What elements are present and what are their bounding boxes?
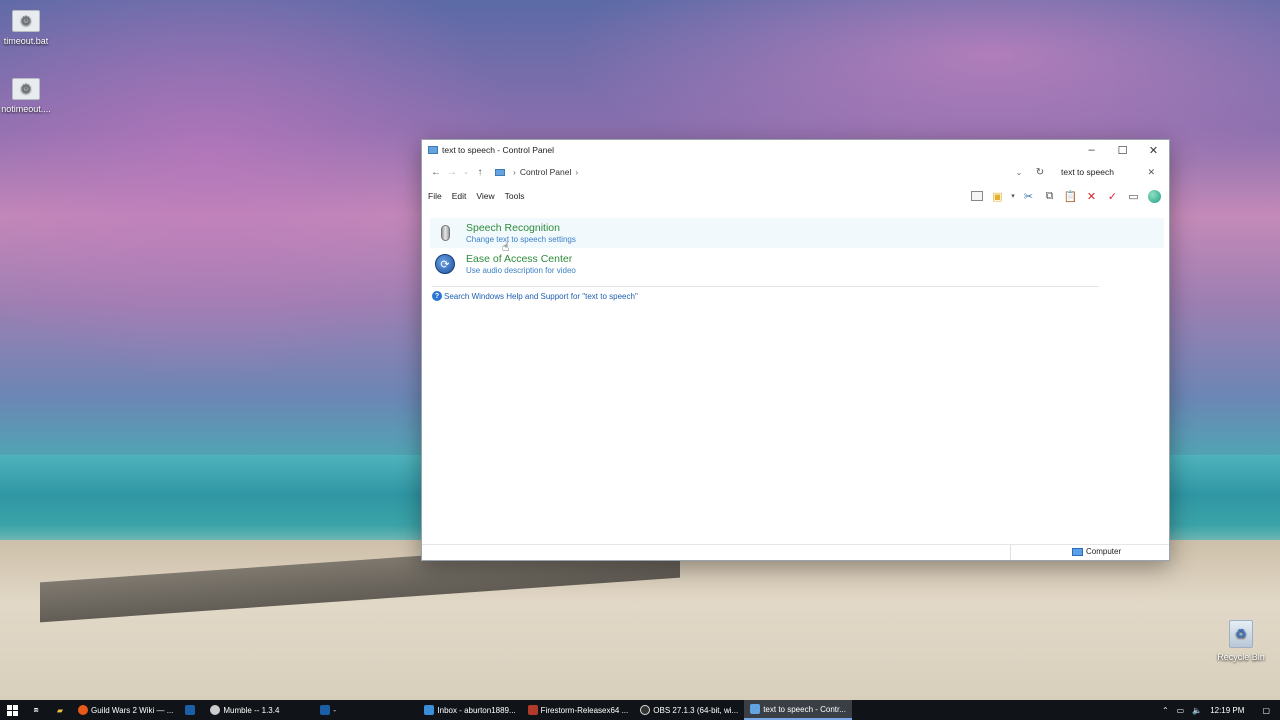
- help-link-label[interactable]: Search Windows Help and Support for "tex…: [444, 292, 638, 301]
- taskbar-item-m-app[interactable]: [179, 700, 204, 720]
- taskbar-item-label: -: [333, 705, 337, 715]
- batch-file-icon: ⚙: [12, 10, 40, 32]
- control-panel-icon: [495, 168, 505, 176]
- desktop-icon-label: Recycle Bin: [1217, 652, 1265, 662]
- result-title[interactable]: Ease of Access Center: [466, 253, 576, 265]
- result-subtitle[interactable]: Use audio description for video: [466, 266, 576, 275]
- task-view-button[interactable]: ⧈: [24, 700, 48, 720]
- desktop-icon-recycle-bin[interactable]: ♻ Recycle Bin: [1211, 620, 1271, 662]
- search-results: Speech Recognition Change text to speech…: [422, 212, 1169, 542]
- rename-icon[interactable]: ▭: [1123, 187, 1144, 205]
- taskbar-item-obs[interactable]: OBS 27.1.3 (64-bit, wi...: [634, 700, 744, 720]
- help-icon: ?: [432, 291, 442, 301]
- back-button[interactable]: ←: [428, 164, 444, 180]
- up-button[interactable]: ↑: [472, 164, 488, 180]
- close-button[interactable]: ✕: [1138, 140, 1169, 160]
- taskbar-item-m-app-2[interactable]: -: [314, 700, 418, 720]
- desktop-icon-timeout[interactable]: ⚙ timeout.bat: [0, 10, 56, 46]
- properties-check-icon[interactable]: ✓: [1102, 187, 1123, 205]
- hand-cursor-icon: ☝: [502, 240, 510, 254]
- mail-icon: [424, 705, 435, 715]
- control-panel-icon: [428, 146, 438, 154]
- volume-icon[interactable]: 🔈: [1192, 706, 1202, 715]
- computer-icon: [1072, 547, 1083, 556]
- system-tray: ⌃ ▭ 🔈 12:19 PM ▢: [1158, 700, 1280, 720]
- taskbar-item-label: Guild Wars 2 Wiki — ...: [91, 705, 174, 715]
- desktop-icon-label: notimeout....: [1, 104, 51, 114]
- status-location: Computer: [1072, 547, 1121, 556]
- title-bar[interactable]: text to speech - Control Panel – ☐ ✕: [422, 140, 1169, 160]
- divider: [432, 286, 1099, 287]
- obs-icon: [640, 705, 651, 715]
- menu-tools[interactable]: Tools: [505, 191, 525, 201]
- maximize-button[interactable]: ☐: [1107, 140, 1138, 160]
- divider: [1010, 545, 1011, 560]
- menu-edit[interactable]: Edit: [452, 191, 467, 201]
- chevron-right-icon: ›: [513, 167, 516, 177]
- result-subtitle[interactable]: Change text to speech settings: [466, 235, 576, 244]
- organize-icon[interactable]: ▣: [987, 187, 1008, 205]
- status-location-label: Computer: [1086, 547, 1122, 556]
- clear-search-icon[interactable]: ✕: [1147, 167, 1155, 178]
- result-title[interactable]: Speech Recognition: [466, 222, 576, 234]
- taskbar-item-label: Firestorm-Releasex64 ...: [540, 705, 629, 715]
- start-button[interactable]: [0, 700, 24, 720]
- search-value: text to speech: [1061, 167, 1114, 177]
- desktop-icon-label: timeout.bat: [3, 36, 49, 46]
- ease-of-access-icon: ⟳: [433, 252, 457, 276]
- chevron-down-icon[interactable]: ▾: [1008, 187, 1018, 205]
- navigation-bar: ← → ⌄ ↑ › Control Panel › ⌄ ↻ text to sp…: [422, 160, 1169, 184]
- status-bar: Computer: [422, 544, 1169, 560]
- control-panel-icon: [750, 704, 761, 714]
- m-app-icon: [185, 705, 196, 715]
- menu-file[interactable]: File: [428, 191, 442, 201]
- toolbar: ▣ ▾ ✂ ⧉ 📋 ✕ ✓ ▭: [966, 187, 1165, 205]
- address-dropdown-button[interactable]: ⌄: [1012, 163, 1026, 181]
- cut-icon[interactable]: ✂: [1018, 187, 1039, 205]
- menu-bar: File Edit View Tools ▣ ▾ ✂ ⧉ 📋 ✕ ✓ ▭: [422, 184, 1169, 208]
- help-search-link[interactable]: ? Search Windows Help and Support for "t…: [432, 291, 638, 301]
- file-explorer-button[interactable]: ▰: [48, 700, 72, 720]
- control-panel-window: text to speech - Control Panel – ☐ ✕ ← →…: [421, 139, 1170, 561]
- mumble-icon: [210, 705, 221, 715]
- taskbar-item-control-panel[interactable]: text to speech - Contr...: [744, 700, 852, 720]
- clock[interactable]: 12:19 PM: [1210, 706, 1244, 715]
- taskbar: ⧈ ▰ Guild Wars 2 Wiki — ... Mumble -- 1.…: [0, 700, 1280, 720]
- paste-icon[interactable]: 📋: [1060, 187, 1081, 205]
- taskbar-item-inbox[interactable]: Inbox - aburton1889...: [418, 700, 521, 720]
- m-app-icon: [320, 705, 331, 715]
- result-ease-of-access[interactable]: ⟳ Ease of Access Center Use audio descri…: [430, 249, 1164, 279]
- taskbar-item-label: text to speech - Contr...: [763, 704, 846, 714]
- taskbar-item-label: OBS 27.1.3 (64-bit, wi...: [653, 705, 739, 715]
- globe-icon[interactable]: [1144, 187, 1165, 205]
- firestorm-icon: [527, 705, 538, 715]
- taskbar-item-label: Mumble -- 1.3.4: [223, 705, 280, 715]
- notification-icon[interactable]: ▢: [1262, 706, 1270, 715]
- taskbar-item-mumble[interactable]: Mumble -- 1.3.4: [204, 700, 314, 720]
- microphone-icon: [433, 221, 457, 245]
- address-bar[interactable]: › Control Panel ›: [490, 163, 1034, 181]
- breadcrumb-control-panel[interactable]: Control Panel: [520, 167, 572, 177]
- result-speech-recognition[interactable]: Speech Recognition Change text to speech…: [430, 218, 1164, 248]
- taskbar-item-guild-wars-wiki[interactable]: Guild Wars 2 Wiki — ...: [72, 700, 179, 720]
- recycle-bin-icon: ♻: [1229, 620, 1253, 648]
- taskbar-item-label: Inbox - aburton1889...: [437, 705, 516, 715]
- taskbar-item-firestorm[interactable]: Firestorm-Releasex64 ...: [522, 700, 635, 720]
- search-input[interactable]: text to speech ✕: [1054, 163, 1162, 181]
- chevron-right-icon[interactable]: ›: [575, 167, 578, 177]
- delete-icon[interactable]: ✕: [1081, 187, 1102, 205]
- window-title: text to speech - Control Panel: [442, 145, 554, 155]
- menu-view[interactable]: View: [476, 191, 494, 201]
- desktop-icon-notimeout[interactable]: ⚙ notimeout....: [0, 78, 56, 114]
- forward-button[interactable]: →: [444, 164, 460, 180]
- minimize-button[interactable]: –: [1076, 140, 1107, 160]
- refresh-button[interactable]: ↻: [1032, 163, 1048, 181]
- copy-icon[interactable]: ⧉: [1039, 187, 1060, 205]
- network-icon[interactable]: ▭: [1177, 706, 1185, 715]
- chevron-up-icon[interactable]: ⌃: [1162, 706, 1169, 715]
- layout-pane-icon[interactable]: [966, 187, 987, 205]
- firefox-icon: [78, 705, 88, 715]
- batch-file-icon: ⚙: [12, 78, 40, 100]
- recent-locations-button[interactable]: ⌄: [460, 164, 472, 180]
